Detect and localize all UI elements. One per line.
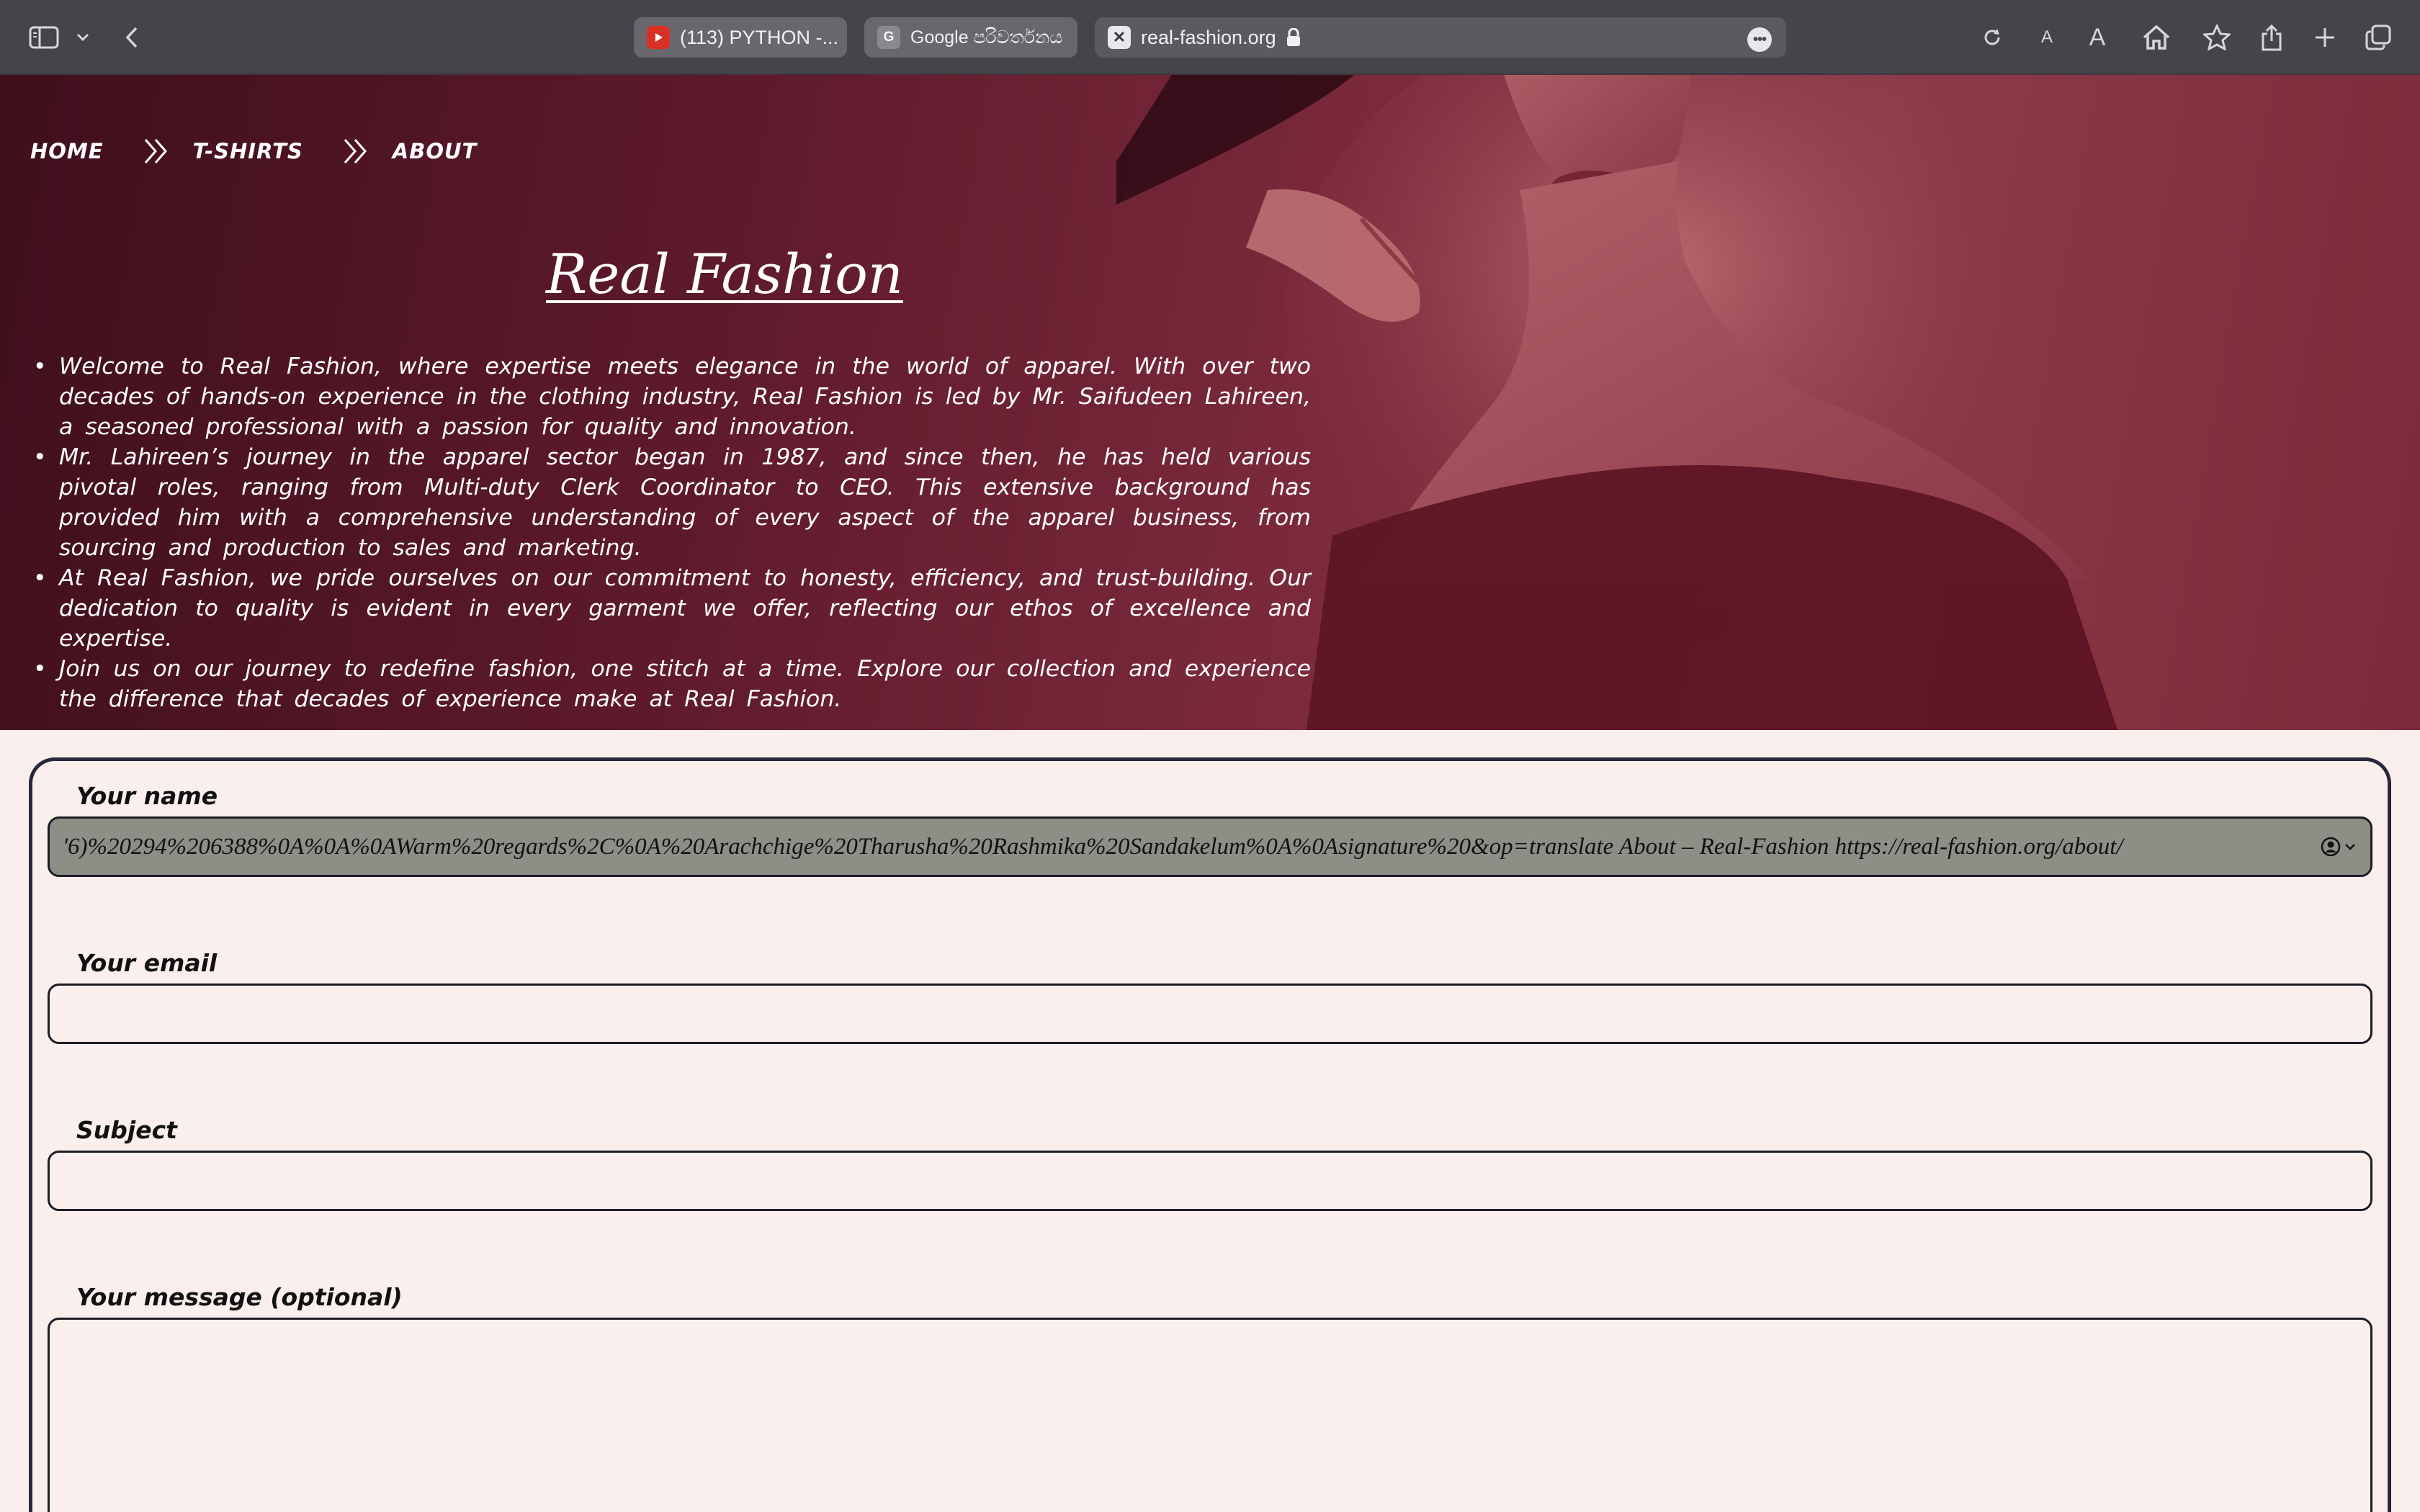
address-text: real-fashion.org (1141, 26, 1276, 48)
sidebar-toggle-icon[interactable] (27, 22, 60, 53)
lock-icon (1286, 28, 1301, 47)
name-value: '6)%20294%206388%0A%0A%0AWarm%20regards%… (63, 833, 2123, 860)
new-tab-icon[interactable] (2311, 22, 2339, 53)
message-label: Your message (optional) (76, 1283, 403, 1311)
site-nav: HOME T-SHIRTS ABOUT (30, 137, 477, 166)
about-paragraph: At Real Fashion, we pride ourselves on o… (29, 563, 1311, 654)
name-field[interactable]: '6)%20294%206388%0A%0A%0AWarm%20regards%… (48, 816, 2372, 877)
autofill-account-icon[interactable] (2320, 836, 2356, 858)
nav-home[interactable]: HOME (30, 139, 104, 163)
tab-overview-icon[interactable] (2364, 22, 2393, 53)
hero-banner: HOME T-SHIRTS ABOUT Real Fashion Welcome… (0, 75, 2420, 730)
tab-google-translate[interactable]: G Google පරිවර්තනය (864, 17, 1077, 58)
reload-icon[interactable] (1979, 22, 2005, 53)
subject-field[interactable] (48, 1151, 2372, 1211)
double-chevron-icon (342, 137, 371, 166)
share-icon[interactable] (2257, 22, 2286, 53)
home-icon[interactable] (2141, 22, 2172, 53)
subject-input[interactable] (50, 1153, 2370, 1209)
double-chevron-icon (143, 137, 171, 166)
about-paragraph: Mr. Lahireen’s journey in the apparel se… (29, 442, 1311, 563)
site-brand-title[interactable]: Real Fashion (546, 242, 903, 306)
chevron-down-icon[interactable] (72, 22, 94, 53)
nav-t-shirts[interactable]: T-SHIRTS (193, 139, 303, 163)
back-arrow-icon[interactable] (121, 22, 143, 53)
text-smaller-button[interactable]: A (2034, 22, 2060, 53)
tab-title: (113) PYTHON -... (680, 26, 839, 48)
about-paragraph: Join us on our journey to redefine fashi… (29, 654, 1311, 714)
page-menu-icon[interactable]: ••• (1747, 27, 1772, 52)
text-larger-button[interactable]: A (2083, 22, 2112, 53)
browser-toolbar: (113) PYTHON -... G Google පරිවර්තනය ✕ r… (0, 0, 2420, 75)
subject-label: Subject (76, 1116, 177, 1144)
nav-about[interactable]: ABOUT (393, 139, 478, 163)
email-label: Your email (76, 949, 218, 977)
message-field[interactable] (48, 1318, 2372, 1512)
tab-youtube[interactable]: (113) PYTHON -... (634, 17, 847, 58)
bookmark-star-icon[interactable] (2201, 22, 2233, 53)
about-paragraph: Welcome to Real Fashion, where expertise… (29, 351, 1311, 442)
name-label: Your name (76, 782, 218, 810)
site-favicon-icon: ✕ (1108, 26, 1131, 49)
youtube-icon (647, 26, 670, 49)
tab-real-fashion-address[interactable]: ✕ real-fashion.org ••• (1095, 17, 1786, 58)
email-input[interactable] (50, 986, 2370, 1042)
tab-title: Google පරිවර්තනය (910, 27, 1063, 48)
message-textarea[interactable] (50, 1320, 2370, 1512)
about-list: Welcome to Real Fashion, where expertise… (29, 351, 1311, 714)
google-translate-icon: G (877, 26, 900, 49)
hero-model-image (1116, 75, 2118, 730)
email-field[interactable] (48, 984, 2372, 1044)
